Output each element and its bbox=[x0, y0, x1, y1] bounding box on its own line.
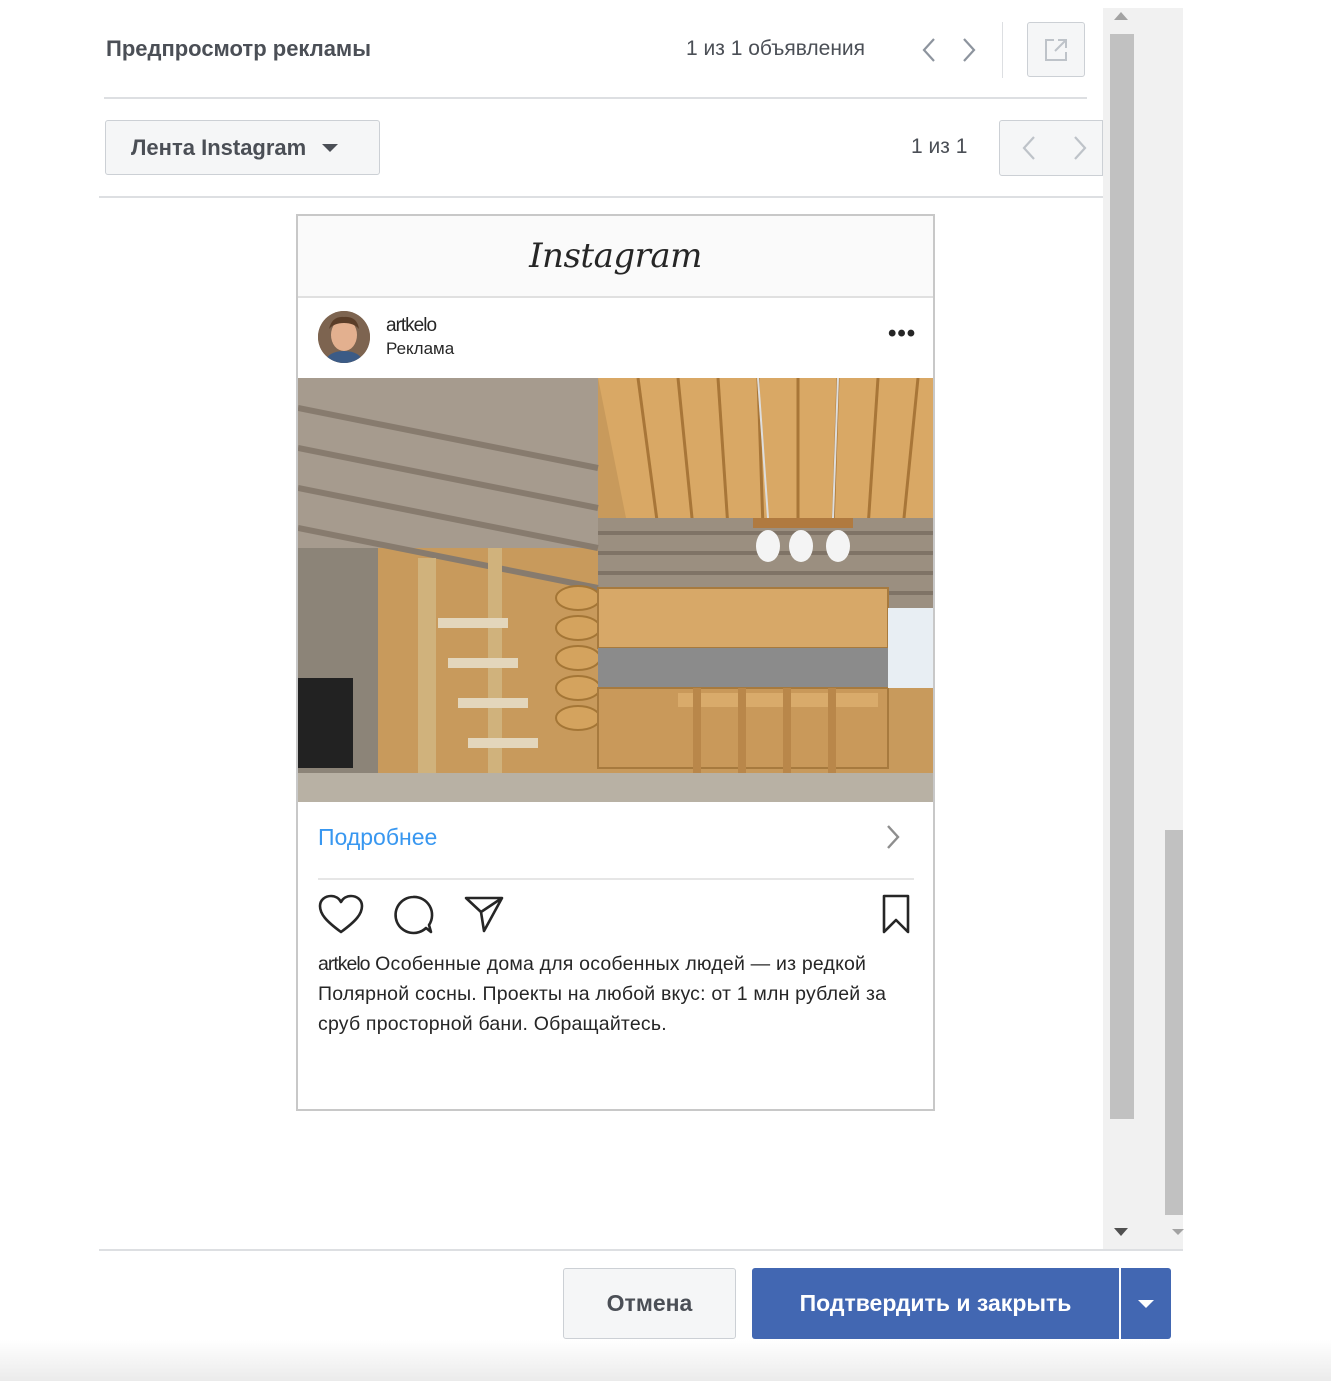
caret-down-icon bbox=[1138, 1299, 1154, 1308]
header-divider bbox=[1002, 22, 1003, 78]
page-scroll-down-arrow-icon[interactable] bbox=[1172, 1229, 1184, 1235]
next-ad-button[interactable] bbox=[957, 34, 981, 66]
preview-scrollbar-thumb[interactable] bbox=[1110, 34, 1134, 1119]
chevron-right-icon bbox=[963, 38, 976, 62]
log-house-interior-image bbox=[298, 378, 933, 802]
placement-counter: 1 из 1 bbox=[911, 135, 968, 158]
confirm-and-close-button[interactable]: Подтвердить и закрыть bbox=[752, 1268, 1119, 1339]
post-image bbox=[298, 378, 933, 802]
post-caption: artkelo Особенные дома для особенных люд… bbox=[318, 949, 918, 1039]
avatar-image bbox=[318, 311, 370, 363]
toolbar-divider-line bbox=[99, 196, 1103, 198]
avatar[interactable] bbox=[318, 311, 370, 363]
instagram-logo: Instagram bbox=[529, 236, 702, 276]
instagram-post-preview: Instagram artkelo Реклама ••• Подробнее … bbox=[296, 214, 935, 1111]
cta-divider bbox=[318, 878, 914, 880]
more-horizontal-icon[interactable]: ••• bbox=[888, 322, 916, 346]
cta-chevron-icon[interactable] bbox=[886, 824, 900, 855]
ad-counter: 1 из 1 объявления bbox=[686, 37, 866, 60]
footer-divider-line bbox=[99, 1249, 1183, 1251]
dialog-title: Предпросмотр рекламы bbox=[106, 36, 371, 61]
next-placement-button[interactable] bbox=[1057, 120, 1103, 176]
confirm-options-dropdown[interactable] bbox=[1121, 1268, 1171, 1339]
placement-dropdown[interactable]: Лента Instagram bbox=[105, 120, 380, 175]
cancel-button[interactable]: Отмена bbox=[563, 1268, 736, 1339]
prev-placement-button[interactable] bbox=[999, 120, 1058, 176]
caption-text: Особенные дома для особенных людей — из … bbox=[318, 953, 887, 1035]
share-icon[interactable] bbox=[464, 894, 504, 939]
chevron-right-icon bbox=[1073, 136, 1086, 160]
instagram-header: Instagram bbox=[298, 216, 933, 298]
comment-icon[interactable] bbox=[392, 894, 434, 941]
bookmark-icon[interactable] bbox=[881, 894, 911, 939]
caption-username[interactable]: artkelo bbox=[318, 953, 371, 975]
scroll-up-arrow-icon[interactable] bbox=[1114, 12, 1128, 20]
placement-dropdown-label: Лента Instagram bbox=[131, 134, 307, 160]
sponsored-label: Реклама bbox=[386, 339, 455, 358]
open-external-button[interactable] bbox=[1027, 22, 1085, 77]
prev-ad-button[interactable] bbox=[917, 34, 941, 66]
page-bottom-shade bbox=[0, 1340, 1331, 1381]
external-link-icon bbox=[1045, 38, 1067, 61]
header-divider-line bbox=[104, 97, 1087, 99]
scroll-down-arrow-icon[interactable] bbox=[1114, 1228, 1128, 1236]
page-scrollbar-thumb[interactable] bbox=[1165, 830, 1183, 1215]
chevron-left-icon bbox=[1022, 136, 1035, 160]
post-username[interactable]: artkelo bbox=[386, 315, 437, 337]
caret-down-icon bbox=[322, 143, 339, 152]
learn-more-link[interactable]: Подробнее bbox=[318, 824, 437, 851]
heart-icon[interactable] bbox=[318, 894, 364, 941]
chevron-left-icon bbox=[922, 38, 935, 62]
